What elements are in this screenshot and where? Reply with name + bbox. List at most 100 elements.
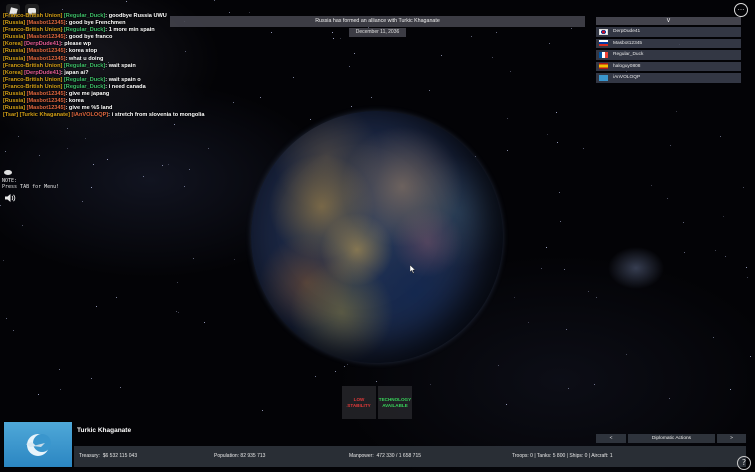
chat-text: what u doing — [68, 55, 104, 62]
manpower-stat: Manpower: 472 330 / 1 658 715 — [349, 453, 422, 459]
chat-text: wait spain o — [108, 76, 141, 83]
star — [557, 141, 559, 143]
star — [334, 370, 336, 372]
chat-country-tag: [Russia] — [3, 34, 26, 41]
star — [559, 191, 561, 193]
diplomatic-actions-button[interactable]: Diplomatic Actions — [628, 434, 715, 443]
player-flag-icon — [599, 63, 608, 70]
star — [213, 0, 215, 1]
star — [203, 321, 205, 323]
chat-username[interactable]: [Masbot12345] — [27, 98, 66, 104]
star — [666, 197, 668, 199]
chat-username[interactable]: [DerpDude41] — [24, 41, 61, 47]
chat-country-tag: [Russia] — [3, 91, 26, 98]
chat-text: goodbye Russia UWU — [108, 13, 167, 19]
player-flag-icon — [599, 28, 608, 35]
diplomacy-prev-button[interactable]: < — [596, 434, 626, 443]
chat-username[interactable]: [Regular_Duck] — [64, 84, 105, 90]
player-flag-icon — [599, 40, 608, 47]
star — [545, 247, 547, 249]
star — [61, 8, 63, 10]
chat-username[interactable]: [Masbot12345] — [27, 20, 66, 26]
chat-username[interactable]: [Masbot12345] — [27, 105, 66, 111]
diplomacy-next-button[interactable]: > — [717, 434, 746, 443]
country-flag[interactable] — [4, 422, 72, 467]
turkic-flag-emblem-icon — [26, 434, 51, 456]
chat-country-tag: [Tsar] [Turkic Khaganate] — [3, 112, 70, 119]
world-globe[interactable] — [251, 111, 503, 363]
chat-country-tag: [Russia] — [3, 48, 26, 55]
player-list-item[interactable]: Regular_Duck — [596, 50, 741, 60]
chat-message: [Tsar] [Turkic Khaganate] [iAnVOLOQP]: i… — [3, 112, 205, 119]
low-stability-badge[interactable]: LOW STABILITY — [342, 386, 376, 419]
player-name: Masbot12345 — [613, 40, 643, 46]
player-list-item[interactable]: Masbot12345 — [596, 38, 741, 48]
player-list-item[interactable]: haloguy0808 — [596, 61, 741, 71]
chat-username[interactable]: [Regular_Duck] — [64, 77, 105, 83]
technology-available-badge[interactable]: TECHNOLOGY AVAILABLE — [378, 386, 412, 419]
chat-username[interactable]: [DerpDude41] — [24, 70, 61, 76]
menu-tab-icon[interactable] — [4, 170, 12, 175]
player-flag-icon — [599, 74, 608, 81]
chat-username[interactable]: [iAnVOLOQP] — [72, 112, 109, 118]
more-options-button[interactable]: ··· — [734, 3, 748, 17]
star — [0, 204, 2, 206]
chat-message: [Russia] [Masbot12345]: korea stop — [3, 48, 98, 55]
chat-text: i stretch from slovenia to mongolia — [111, 112, 205, 119]
chat-country-tag: [Russia] — [3, 98, 26, 105]
star — [506, 117, 508, 119]
chat-text: 1 more min spain — [108, 27, 155, 34]
chat-country-tag: [Russia] — [3, 20, 26, 27]
star — [39, 154, 40, 156]
chat-username[interactable]: [Masbot12345] — [27, 48, 66, 54]
star — [555, 112, 557, 114]
chat-username[interactable]: [Regular_Duck] — [64, 27, 105, 33]
star — [669, 144, 671, 146]
chat-message: [Russia] [Masbot12345]: what u doing — [3, 55, 104, 62]
population-stat: Population: 82 935 713 — [214, 453, 266, 459]
star — [95, 305, 97, 307]
star — [331, 31, 333, 33]
star — [668, 398, 670, 400]
chat-message: [Korea] [DerpDude41]: japan ai? — [3, 69, 89, 76]
player-list-item[interactable]: DerpDude41 — [596, 27, 741, 37]
star — [106, 158, 108, 160]
announcement-banner: Russia has formed an alliance with Turki… — [170, 16, 585, 27]
help-icon[interactable]: ? — [737, 456, 751, 470]
chat-window: [Franco-British Union] [Regular_Duck]: g… — [3, 13, 238, 119]
chat-username[interactable]: [Regular_Duck] — [64, 63, 105, 69]
menu-note: NOTE: Press TAB for Menu! — [2, 178, 59, 190]
note-text: Press TAB for Menu! — [2, 184, 60, 190]
star — [314, 375, 316, 377]
player-name: Regular_Duck — [613, 52, 644, 58]
star — [84, 137, 86, 139]
player-name: iAnVOLOQP — [613, 75, 641, 81]
player-list-header[interactable]: V — [596, 17, 741, 25]
star — [563, 268, 565, 270]
chat-message: [Franco-British Union] [Regular_Duck]: i… — [3, 83, 146, 90]
star — [175, 310, 177, 312]
chat-country-tag: [Franco-British Union] — [3, 62, 63, 69]
star — [371, 96, 373, 98]
chat-country-tag: [Franco-British Union] — [3, 83, 63, 90]
star — [513, 297, 515, 299]
speaker-icon[interactable] — [4, 193, 16, 203]
chat-message: [Franco-British Union] [Regular_Duck]: w… — [3, 62, 136, 69]
mouse-cursor-icon — [410, 265, 416, 274]
chat-country-tag: [Franco-British Union] — [3, 13, 63, 19]
player-list: V DerpDude41 Masbot12345 Regular_Duckhalog… — [596, 17, 741, 83]
star — [120, 386, 122, 388]
chat-username[interactable]: [Regular_Duck] — [64, 13, 105, 19]
chat-username[interactable]: [Masbot12345] — [27, 34, 66, 40]
star — [506, 150, 508, 152]
chat-message: [Franco-British Union] [Regular_Duck]: w… — [3, 76, 141, 83]
country-stats-bar: Treasury: $6 532 115 043 Population: 82 … — [74, 446, 746, 467]
player-list-item[interactable]: iAnVOLOQP — [596, 73, 741, 83]
chat-username[interactable]: [Masbot12345] — [27, 91, 66, 97]
treasury-stat: Treasury: $6 532 115 043 — [79, 453, 138, 459]
star — [348, 65, 350, 67]
star — [332, 37, 334, 39]
player-name: DerpDude41 — [613, 29, 641, 35]
star — [725, 255, 727, 257]
chat-username[interactable]: [Masbot12345] — [27, 56, 66, 62]
